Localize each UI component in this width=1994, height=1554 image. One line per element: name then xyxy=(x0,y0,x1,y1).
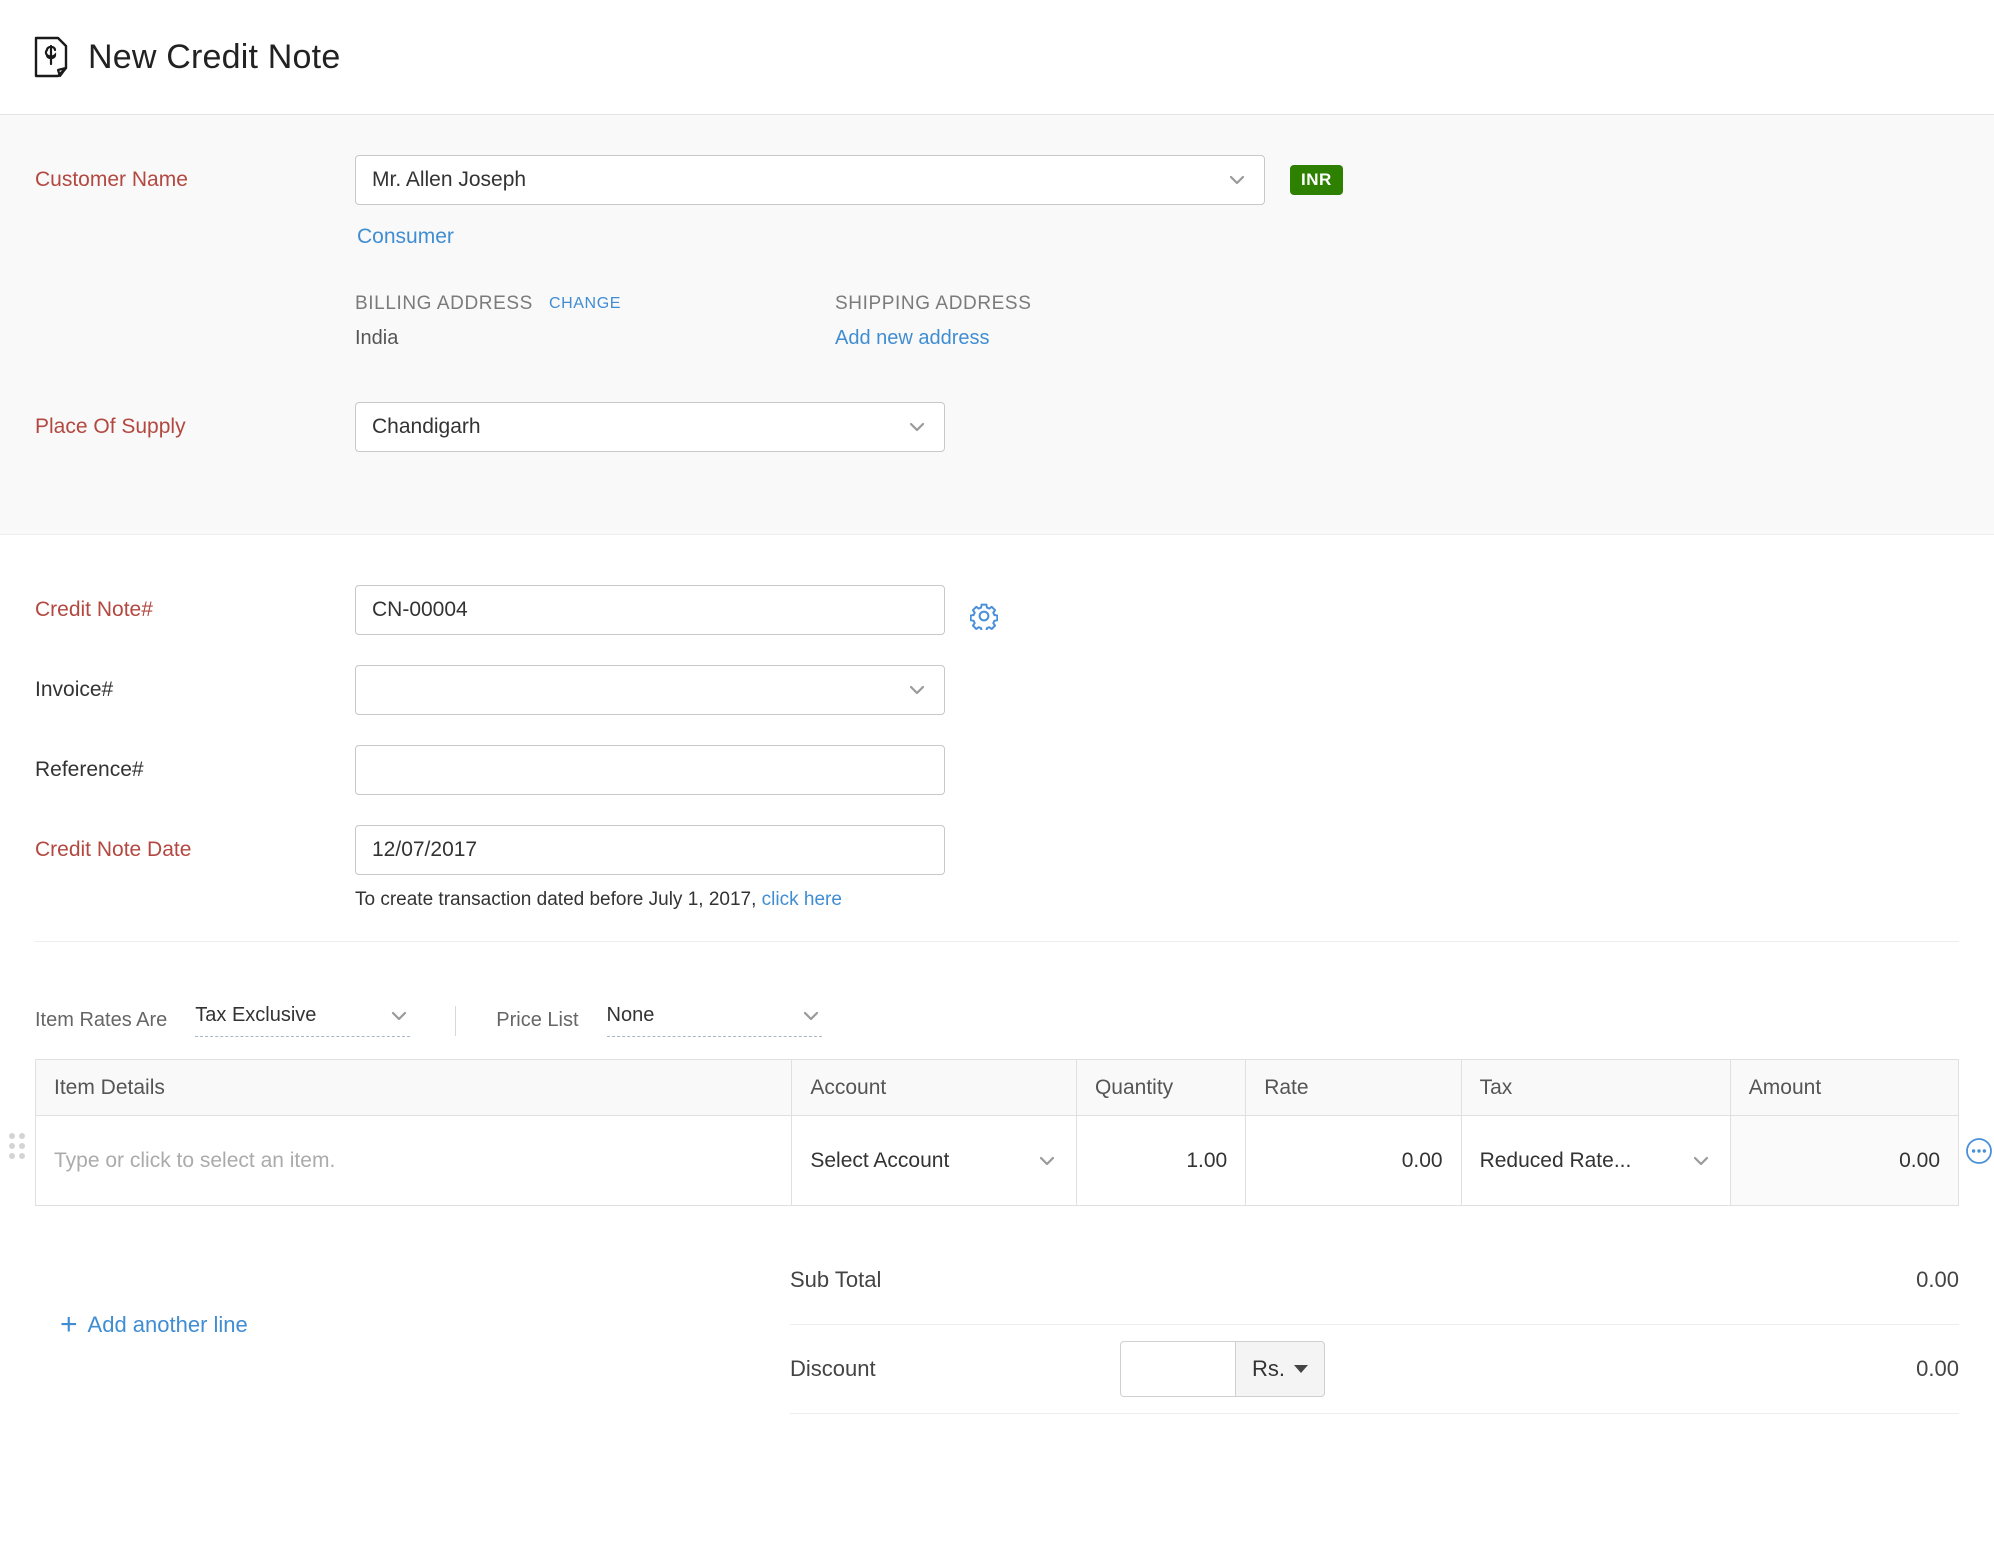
discount-unit-dropdown[interactable]: Rs. xyxy=(1235,1341,1325,1397)
place-of-supply-label: Place Of Supply xyxy=(35,415,186,438)
currency-badge: INR xyxy=(1290,165,1343,195)
credit-note-number-value: CN-00004 xyxy=(372,598,468,621)
invoice-number-label: Invoice# xyxy=(35,678,114,701)
ellipsis-circle-icon[interactable] xyxy=(1965,1137,1993,1165)
customer-section: Customer Name Mr. Allen Joseph INR Consu… xyxy=(0,115,1994,535)
totals-list: Sub Total 0.00 Discount Rs. 0.00 xyxy=(790,1236,1959,1414)
reference-number-row: Reference# xyxy=(0,745,1994,795)
credit-note-date-input[interactable]: 12/07/2017 xyxy=(355,825,945,875)
plus-icon: + xyxy=(60,1308,78,1341)
tax-value: Reduced Rate... xyxy=(1479,1148,1632,1172)
chevron-down-icon xyxy=(1226,169,1248,191)
credit-note-number-input[interactable]: CN-00004 xyxy=(355,585,945,635)
customer-type-link[interactable]: Consumer xyxy=(355,225,1994,249)
billing-address-change-link[interactable]: CHANGE xyxy=(549,295,621,313)
cell-rate[interactable]: 0.00 xyxy=(1245,1115,1462,1206)
sub-total-value: 0.00 xyxy=(1916,1267,1959,1292)
cell-item-details[interactable]: Type or click to select an item. xyxy=(34,1115,793,1206)
gear-icon[interactable] xyxy=(969,602,999,632)
column-header-rate: Rate xyxy=(1245,1059,1462,1116)
chevron-down-icon xyxy=(388,1005,410,1027)
shipping-address-heading: SHIPPING ADDRESS xyxy=(835,293,1032,314)
cell-account[interactable]: Select Account xyxy=(791,1115,1077,1206)
chevron-down-icon xyxy=(1690,1150,1712,1172)
column-header-item-details: Item Details xyxy=(34,1059,793,1116)
column-header-quantity: Quantity xyxy=(1075,1059,1247,1116)
column-header-amount: Amount xyxy=(1729,1059,1960,1116)
chevron-down-icon xyxy=(906,416,928,438)
add-another-line-label: Add another line xyxy=(87,1312,248,1337)
totals-section: + Add another line Sub Total 0.00 Discou… xyxy=(0,1236,1994,1414)
add-another-line-button[interactable]: + Add another line xyxy=(0,1236,790,1414)
credit-note-date-value: 12/07/2017 xyxy=(372,838,478,861)
page-title: New Credit Note xyxy=(88,37,341,76)
credit-note-number-row: Credit Note# CN-00004 xyxy=(0,585,1994,635)
table-row: Type or click to select an item. Select … xyxy=(34,1115,1960,1206)
discount-control: Rs. xyxy=(1120,1341,1325,1397)
rates-bar: Item Rates Are Tax Exclusive Price List … xyxy=(0,1004,1994,1037)
item-details-placeholder: Type or click to select an item. xyxy=(54,1148,336,1172)
row-action-buttons xyxy=(1965,1137,1994,1165)
price-list-label: Price List xyxy=(496,1009,579,1031)
customer-name-row: Customer Name Mr. Allen Joseph INR Consu… xyxy=(0,155,1994,350)
chevron-down-icon xyxy=(1036,1150,1058,1172)
chevron-down-icon xyxy=(906,679,928,701)
price-list-select[interactable]: None xyxy=(606,1004,822,1037)
credit-note-number-label: Credit Note# xyxy=(35,598,153,621)
column-header-account: Account xyxy=(791,1059,1077,1116)
column-header-tax: Tax xyxy=(1460,1059,1731,1116)
discount-row: Discount Rs. 0.00 xyxy=(790,1325,1959,1413)
item-rates-value: Tax Exclusive xyxy=(195,1004,317,1026)
credit-note-date-label: Credit Note Date xyxy=(35,838,192,861)
customer-name-value: Mr. Allen Joseph xyxy=(372,168,527,191)
new-credit-note-page: New Credit Note Customer Name Mr. Allen … xyxy=(0,0,1994,1554)
discount-unit-label: Rs. xyxy=(1252,1356,1285,1381)
place-of-supply-select[interactable]: Chandigarh xyxy=(355,402,945,452)
billing-address-value: India xyxy=(355,327,399,349)
date-hint-text: To create transaction dated before July … xyxy=(355,889,757,910)
row-drag-handle-icon[interactable] xyxy=(9,1133,25,1159)
section-divider xyxy=(35,941,1959,942)
item-rates-select[interactable]: Tax Exclusive xyxy=(195,1004,411,1037)
cell-quantity[interactable]: 1.00 xyxy=(1075,1115,1247,1206)
shipping-address-block: SHIPPING ADDRESS Add new address xyxy=(835,293,1315,350)
item-rates-label: Item Rates Are xyxy=(35,1009,168,1031)
place-of-supply-row: Place Of Supply Chandigarh xyxy=(0,402,1994,452)
price-list-value: None xyxy=(606,1004,655,1026)
account-value: Select Account xyxy=(810,1148,950,1172)
rates-separator xyxy=(455,1005,457,1036)
date-hint: To create transaction dated before July … xyxy=(355,889,1994,911)
discount-label: Discount xyxy=(790,1356,876,1381)
invoice-number-select[interactable] xyxy=(355,665,945,715)
address-block: BILLING ADDRESS CHANGE India SHIPPING AD… xyxy=(355,293,1994,350)
invoice-number-row: Invoice# xyxy=(0,665,1994,715)
discount-value: 0.00 xyxy=(1916,1356,1959,1381)
credit-note-details-section: Credit Note# CN-00004 Invoice# Reference… xyxy=(0,535,1994,1414)
table-header-row: Item Details Account Quantity Rate Tax A… xyxy=(34,1059,1960,1116)
billing-address-heading: BILLING ADDRESS xyxy=(355,293,533,314)
shipping-add-new-address-link[interactable]: Add new address xyxy=(835,327,1315,350)
sub-total-label: Sub Total xyxy=(790,1267,882,1292)
caret-down-icon xyxy=(1294,1365,1308,1373)
customer-name-input[interactable]: Mr. Allen Joseph xyxy=(355,155,1265,205)
line-items-table: Item Details Account Quantity Rate Tax A… xyxy=(34,1059,1960,1206)
discount-input[interactable] xyxy=(1120,1341,1235,1397)
reference-number-label: Reference# xyxy=(35,758,144,781)
chevron-down-icon xyxy=(800,1005,822,1027)
customer-name-label: Customer Name xyxy=(35,168,188,191)
place-of-supply-value: Chandigarh xyxy=(372,415,481,438)
page-header: New Credit Note xyxy=(0,0,1994,115)
reference-number-input[interactable] xyxy=(355,745,945,795)
cell-tax[interactable]: Reduced Rate... xyxy=(1460,1115,1731,1206)
billing-address-block: BILLING ADDRESS CHANGE India xyxy=(355,293,835,350)
credit-note-date-row: Credit Note Date 12/07/2017 To create tr… xyxy=(0,825,1994,911)
line-items-table-area: Item Details Account Quantity Rate Tax A… xyxy=(9,1059,1992,1206)
totals-divider xyxy=(790,1413,1959,1414)
date-hint-link[interactable]: click here xyxy=(762,889,842,910)
sub-total-row: Sub Total 0.00 xyxy=(790,1236,1959,1324)
credit-note-document-icon xyxy=(34,36,68,78)
cell-amount: 0.00 xyxy=(1729,1115,1960,1206)
